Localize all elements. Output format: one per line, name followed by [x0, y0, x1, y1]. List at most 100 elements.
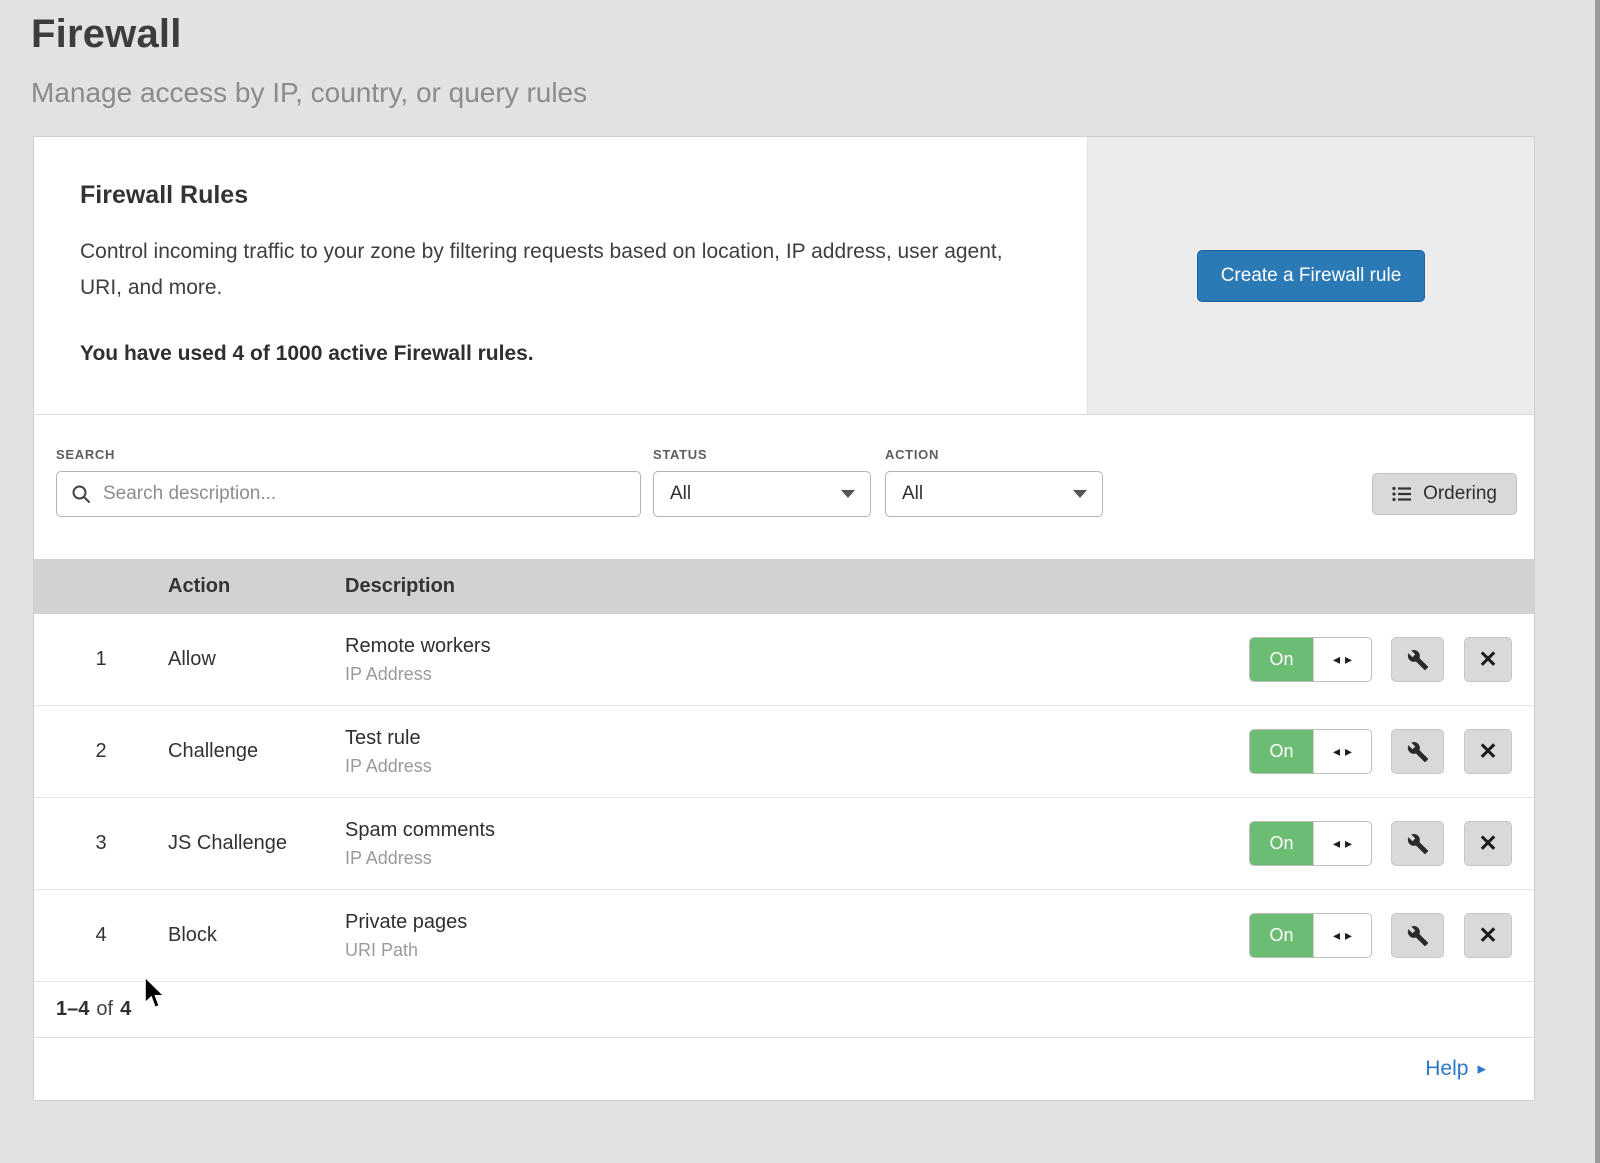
pagination-range: 1–4: [56, 998, 89, 1021]
rule-enabled-toggle[interactable]: On ◂▸: [1249, 637, 1372, 682]
rule-description: Test rule IP Address: [345, 727, 1249, 777]
rule-description: Spam comments IP Address: [345, 819, 1249, 869]
rule-priority: 1: [34, 648, 168, 671]
page-subtitle: Manage access by IP, country, or query r…: [31, 77, 1600, 109]
rule-match-type: IP Address: [345, 848, 1249, 869]
rules-description: Control incoming traffic to your zone by…: [80, 234, 1027, 306]
column-header-action: Action: [168, 575, 345, 598]
rule-priority: 4: [34, 924, 168, 947]
help-link-label: Help: [1425, 1057, 1468, 1081]
rule-action: Allow: [168, 648, 345, 671]
column-header-description: Description: [345, 575, 1534, 598]
rule-description: Remote workers IP Address: [345, 635, 1249, 685]
table-row: 4 Block Private pages URI Path On ◂▸ ✕: [34, 890, 1534, 982]
status-group: STATUS All: [653, 447, 871, 517]
rule-enabled-toggle[interactable]: On ◂▸: [1249, 821, 1372, 866]
help-arrow-icon: ▸: [1477, 1059, 1486, 1079]
rule-title: Private pages: [345, 911, 1249, 934]
chevron-down-icon: [1073, 490, 1087, 498]
delete-rule-button[interactable]: ✕: [1464, 913, 1512, 958]
edit-rule-button[interactable]: [1391, 913, 1444, 958]
arrow-right-icon: ▸: [1345, 927, 1352, 944]
rule-controls: On ◂▸ ✕: [1249, 913, 1534, 958]
chevron-down-icon: [841, 490, 855, 498]
close-icon: ✕: [1478, 830, 1497, 857]
filters-bar: SEARCH STATUS All ACTION All: [34, 415, 1534, 559]
arrow-right-icon: ▸: [1345, 835, 1352, 852]
action-select[interactable]: All: [885, 471, 1103, 517]
wrench-icon: [1407, 741, 1429, 763]
rule-priority: 2: [34, 740, 168, 763]
rule-controls: On ◂▸ ✕: [1249, 637, 1534, 682]
wrench-icon: [1407, 833, 1429, 855]
toggle-handle[interactable]: ◂▸: [1313, 822, 1371, 865]
delete-rule-button[interactable]: ✕: [1464, 729, 1512, 774]
toggle-on-label: On: [1250, 730, 1313, 773]
rule-description: Private pages URI Path: [345, 911, 1249, 961]
edit-rule-button[interactable]: [1391, 729, 1444, 774]
arrow-right-icon: ▸: [1345, 743, 1352, 760]
toggle-on-label: On: [1250, 914, 1313, 957]
help-link[interactable]: Help ▸: [1425, 1057, 1486, 1081]
rule-controls: On ◂▸ ✕: [1249, 821, 1534, 866]
status-label: STATUS: [653, 447, 871, 462]
firewall-rules-card: Firewall Rules Control incoming traffic …: [33, 136, 1535, 1101]
search-input[interactable]: [101, 482, 626, 506]
ordering-button-label: Ordering: [1423, 483, 1497, 505]
list-ordering-icon: [1392, 486, 1412, 502]
toggle-handle[interactable]: ◂▸: [1313, 638, 1371, 681]
rules-heading: Firewall Rules: [80, 181, 1027, 210]
edit-rule-button[interactable]: [1391, 821, 1444, 866]
create-firewall-rule-button[interactable]: Create a Firewall rule: [1197, 250, 1426, 302]
status-select[interactable]: All: [653, 471, 871, 517]
search-group: SEARCH: [56, 447, 641, 517]
arrow-left-icon: ◂: [1333, 651, 1340, 668]
page-title: Firewall: [31, 12, 1600, 57]
rule-enabled-toggle[interactable]: On ◂▸: [1249, 913, 1372, 958]
delete-rule-button[interactable]: ✕: [1464, 637, 1512, 682]
action-select-value: All: [902, 483, 923, 505]
arrow-right-icon: ▸: [1345, 651, 1352, 668]
card-top-section: Firewall Rules Control incoming traffic …: [34, 137, 1534, 415]
wrench-icon: [1407, 649, 1429, 671]
rule-enabled-toggle[interactable]: On ◂▸: [1249, 729, 1372, 774]
rule-match-type: IP Address: [345, 664, 1249, 685]
search-box: [56, 471, 641, 517]
page-header: Firewall Manage access by IP, country, o…: [0, 0, 1600, 109]
rule-match-type: IP Address: [345, 756, 1249, 777]
table-row: 3 JS Challenge Spam comments IP Address …: [34, 798, 1534, 890]
close-icon: ✕: [1478, 646, 1497, 673]
arrow-left-icon: ◂: [1333, 835, 1340, 852]
ordering-button[interactable]: Ordering: [1372, 473, 1517, 515]
rule-action: Block: [168, 924, 345, 947]
rule-match-type: URI Path: [345, 940, 1249, 961]
rule-action: Challenge: [168, 740, 345, 763]
pagination: 1–4 of 4: [34, 982, 1534, 1038]
delete-rule-button[interactable]: ✕: [1464, 821, 1512, 866]
toggle-handle[interactable]: ◂▸: [1313, 914, 1371, 957]
table-row: 2 Challenge Test rule IP Address On ◂▸ ✕: [34, 706, 1534, 798]
rule-priority: 3: [34, 832, 168, 855]
pagination-of: of: [96, 998, 113, 1021]
toggle-handle[interactable]: ◂▸: [1313, 730, 1371, 773]
arrow-left-icon: ◂: [1333, 743, 1340, 760]
toggle-on-label: On: [1250, 822, 1313, 865]
action-label: ACTION: [885, 447, 1103, 462]
rules-intro: Firewall Rules Control incoming traffic …: [34, 137, 1087, 414]
search-icon: [71, 484, 91, 504]
close-icon: ✕: [1478, 738, 1497, 765]
edit-rule-button[interactable]: [1391, 637, 1444, 682]
rules-usage-count: You have used 4 of 1000 active Firewall …: [80, 342, 1027, 366]
screen-edge: [1595, 0, 1600, 1163]
action-group: ACTION All: [885, 447, 1103, 517]
help-row: Help ▸: [34, 1038, 1534, 1100]
pagination-total: 4: [120, 998, 131, 1021]
create-rule-panel: Create a Firewall rule: [1087, 137, 1534, 414]
rule-action: JS Challenge: [168, 832, 345, 855]
wrench-icon: [1407, 925, 1429, 947]
rule-title: Remote workers: [345, 635, 1249, 658]
rule-controls: On ◂▸ ✕: [1249, 729, 1534, 774]
table-header: Action Description: [34, 559, 1534, 614]
close-icon: ✕: [1478, 922, 1497, 949]
table-row: 1 Allow Remote workers IP Address On ◂▸ …: [34, 614, 1534, 706]
